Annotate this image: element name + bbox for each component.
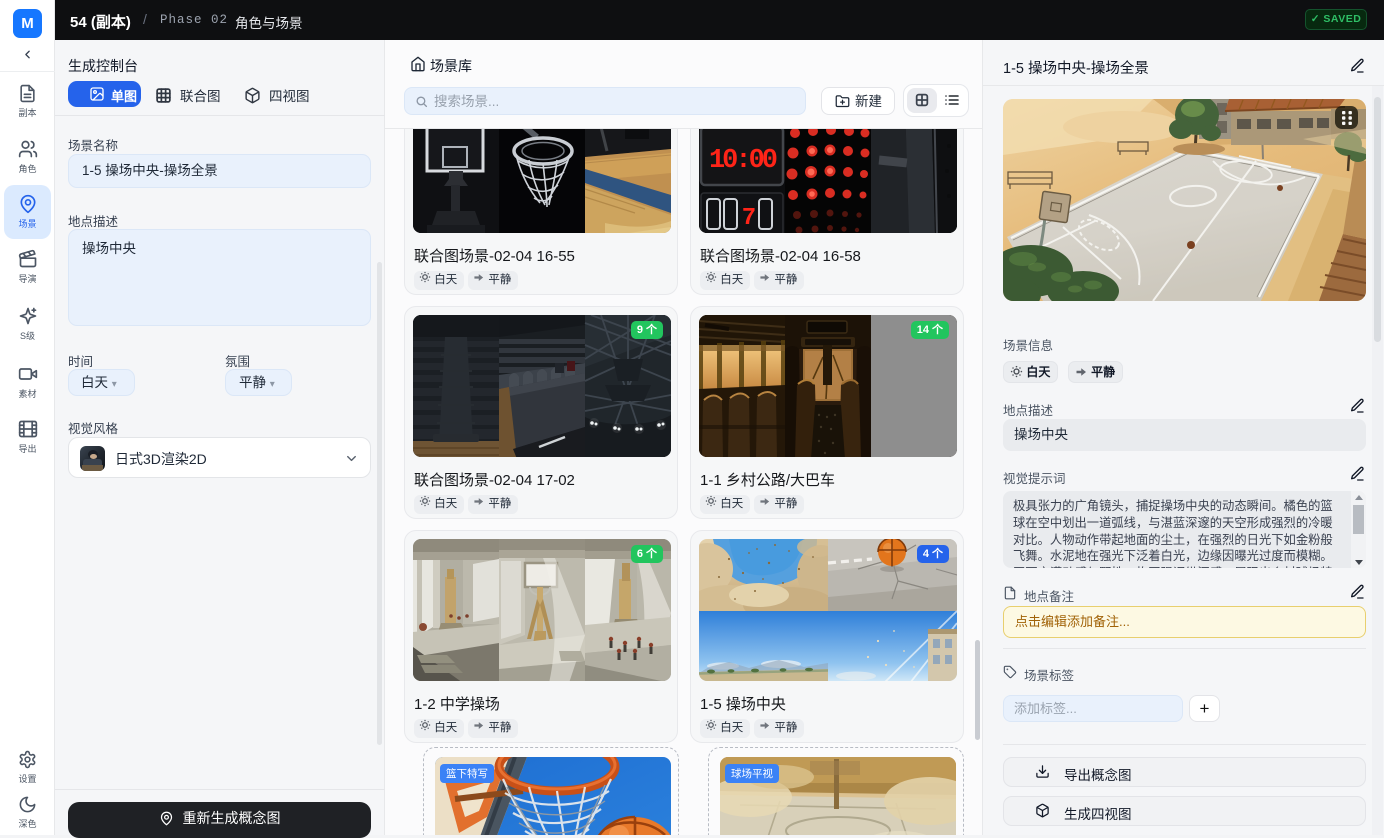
- svg-text:7: 7: [742, 205, 756, 232]
- svg-text:10:00: 10:00: [709, 146, 777, 176]
